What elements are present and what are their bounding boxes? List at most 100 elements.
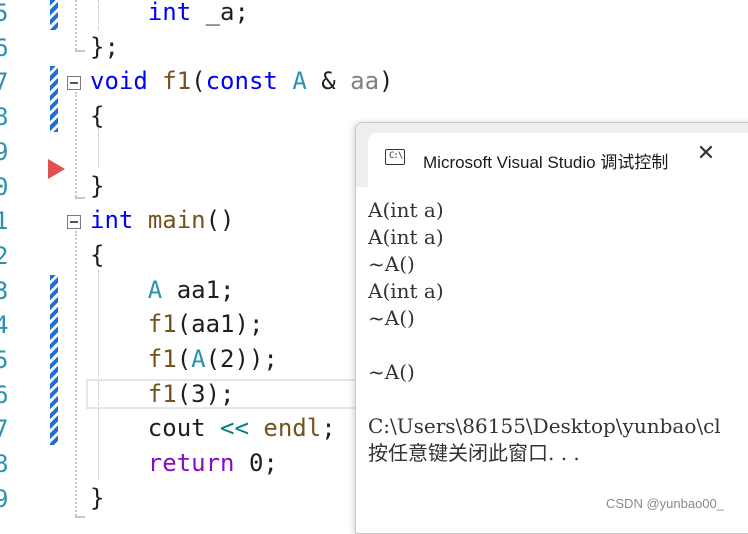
code-token: return [147, 449, 235, 478]
code-token: (2)); [205, 345, 278, 373]
code-token: } [90, 483, 105, 512]
code-token: f1 [147, 310, 177, 339]
code-token: const [205, 67, 278, 96]
code-line[interactable]: return 0; [90, 448, 278, 478]
code-line[interactable]: cout << endl; [90, 413, 336, 443]
code-token: aa [350, 67, 380, 96]
code-token: ) [379, 67, 394, 96]
code-token: ( [191, 67, 206, 96]
code-line[interactable]: { [90, 101, 104, 131]
code-token: int [147, 0, 192, 26]
console-tab-title: Microsoft Visual Studio 调试控制台 [423, 153, 668, 172]
code-token: _a; [191, 0, 249, 26]
code-token: (3); [176, 379, 235, 408]
code-token: A [191, 345, 206, 373]
line-number: 0 [0, 172, 9, 201]
console-tab-bar: C:\ Microsoft Visual Studio 调试控制台 ✕ [356, 123, 748, 187]
code-line[interactable]: f1(aa1); [90, 309, 264, 339]
console-output-line: ~A() [368, 360, 415, 384]
breakpoint-arrow-icon[interactable] [48, 159, 65, 179]
code-token: endl [263, 414, 322, 443]
close-icon[interactable]: ✕ [694, 142, 718, 166]
line-number: 5 [0, 346, 9, 374]
code-token: main [147, 206, 206, 235]
code-line[interactable]: { [90, 240, 104, 270]
code-line[interactable]: A aa1; [90, 275, 235, 305]
outline-end [75, 516, 85, 518]
debug-console-window[interactable]: C:\ Microsoft Visual Studio 调试控制台 ✕ A(in… [355, 122, 748, 534]
line-number: 1 [0, 207, 9, 236]
line-number: 8 [0, 450, 9, 479]
outline-guide [75, 231, 77, 516]
console-output-line: A(int a) [368, 198, 444, 222]
code-token: cout [90, 414, 221, 443]
code-token: << [220, 414, 249, 443]
line-number: 5 [0, 0, 9, 27]
code-token: A [147, 275, 163, 304]
change-indicator [50, 66, 58, 132]
code-line[interactable]: void f1(const A & aa) [90, 66, 393, 96]
code-line[interactable]: }; [90, 32, 119, 62]
code-token: ; [321, 414, 336, 443]
line-number: 9 [0, 484, 9, 513]
console-output-line: 按任意键关闭此窗口. . . [368, 441, 580, 465]
code-line[interactable]: f1(3); [90, 379, 235, 409]
code-token: (aa1); [176, 310, 264, 339]
console-output[interactable]: A(int a) A(int a) ~A() A(int a) ~A() ~A() C:\U… [356, 187, 748, 533]
line-number: 8 [0, 103, 9, 132]
code-line[interactable]: int main() [90, 205, 235, 235]
code-token: void [90, 67, 148, 96]
line-number: 4 [0, 311, 9, 340]
terminal-icon: C:\ [385, 149, 405, 165]
change-indicator [50, 275, 58, 445]
code-token: f1 [162, 67, 192, 96]
console-output-line: A(int a) [368, 279, 444, 303]
code-token: ( [176, 345, 192, 373]
line-number: 2 [0, 241, 9, 270]
outline-guide [75, 92, 77, 197]
console-tab[interactable]: C:\ Microsoft Visual Studio 调试控制台 ✕ [368, 133, 748, 187]
outline-end [75, 50, 85, 52]
code-line[interactable]: } [90, 483, 104, 513]
console-output-line: ~A() [368, 306, 415, 330]
code-token: () [205, 206, 235, 235]
collapse-main-icon[interactable] [67, 215, 81, 229]
line-number: 6 [0, 33, 9, 62]
console-output-line: ~A() [368, 252, 415, 276]
console-output-line: A(int a) [368, 225, 444, 249]
code-line[interactable]: } [90, 171, 104, 201]
line-number: 7 [0, 415, 9, 444]
code-token: { [90, 240, 105, 269]
code-token: aa1; [162, 275, 235, 304]
indent-guide [98, 128, 99, 168]
code-token: int [90, 206, 134, 235]
code-token: { [90, 102, 105, 131]
code-token: f1 [147, 379, 177, 408]
watermark: CSDN @yunbao00_ [606, 496, 724, 511]
code-token: }; [90, 32, 119, 61]
code-token: & [306, 67, 351, 96]
code-token: 0; [234, 449, 278, 478]
code-token: A [292, 67, 307, 96]
code-line[interactable]: int _a; [90, 0, 249, 27]
line-number: 7 [0, 68, 9, 97]
outline-guide [75, 0, 77, 50]
line-number: 9 [0, 137, 9, 166]
outline-end [75, 197, 85, 199]
collapse-f1-icon[interactable] [67, 76, 81, 90]
line-number: 3 [0, 276, 9, 305]
code-line[interactable]: f1(A(2)); [90, 344, 278, 374]
change-indicator [50, 0, 58, 30]
code-token: f1 [147, 345, 177, 373]
line-number: 6 [0, 380, 9, 409]
